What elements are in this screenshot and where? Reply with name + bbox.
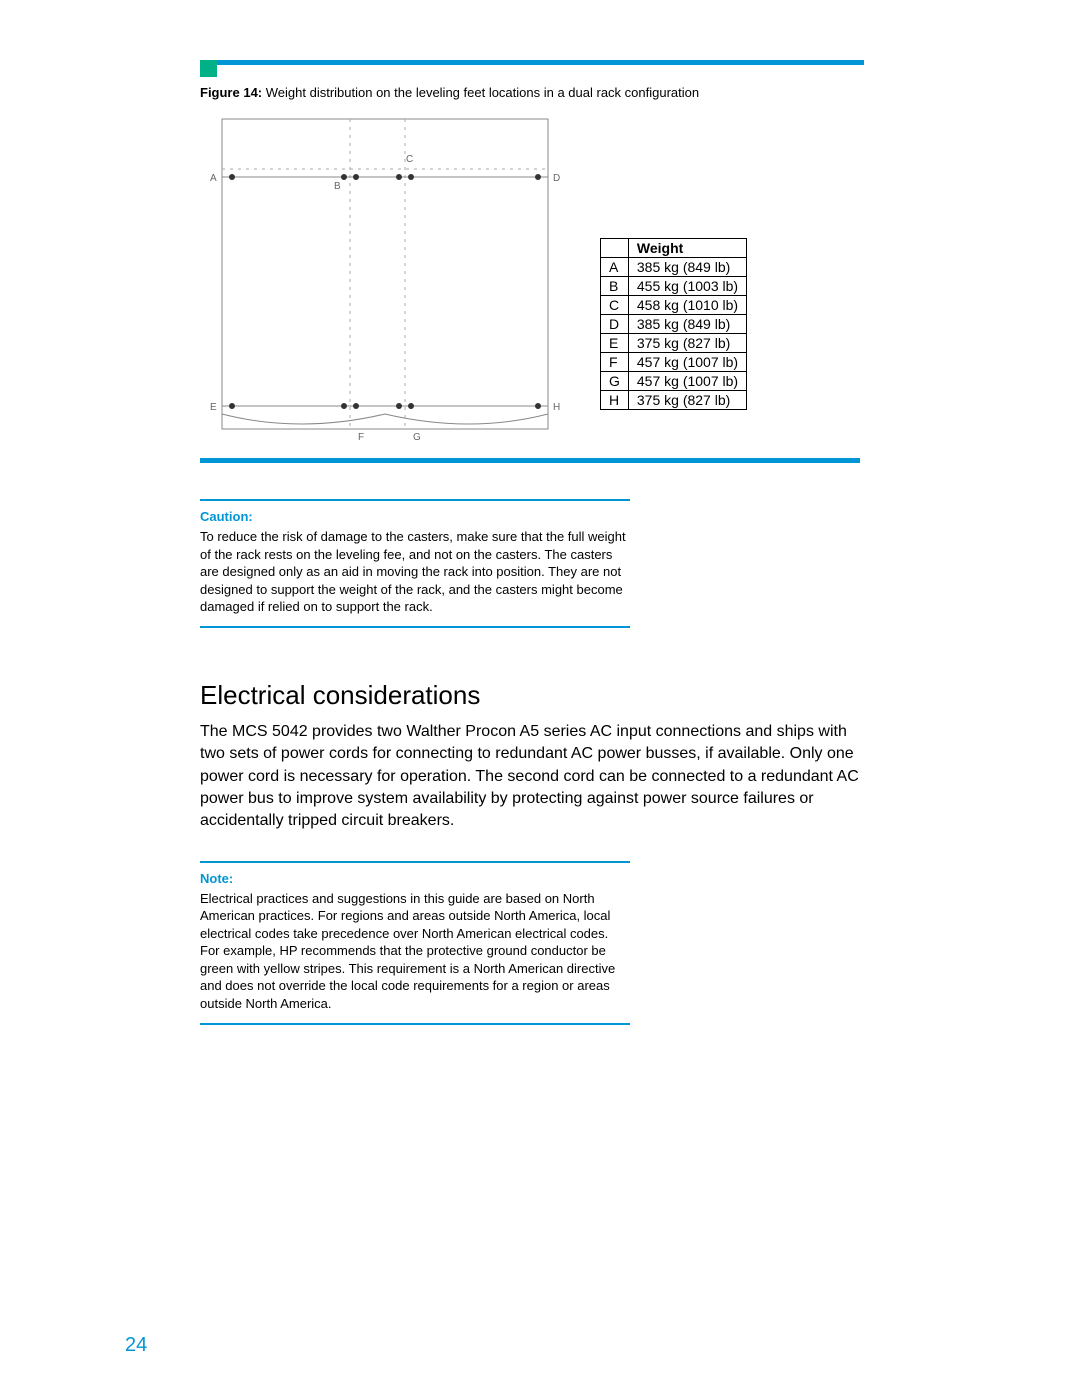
table-row: B455 kg (1003 lb) <box>601 277 747 296</box>
svg-text:B: B <box>334 181 341 192</box>
svg-text:C: C <box>406 154 413 165</box>
note-body: Electrical practices and suggestions in … <box>200 890 630 1013</box>
svg-text:D: D <box>553 173 560 184</box>
caution-body: To reduce the risk of damage to the cast… <box>200 528 630 616</box>
figure-caption-text: Weight distribution on the leveling feet… <box>266 85 699 100</box>
header-rule <box>217 60 864 65</box>
weight-header: Weight <box>628 239 746 258</box>
weight-distribution-diagram: A B C D E F G H <box>200 114 570 444</box>
svg-text:H: H <box>553 402 560 413</box>
svg-text:E: E <box>210 402 217 413</box>
table-row: G457 kg (1007 lb) <box>601 372 747 391</box>
table-row: A385 kg (849 lb) <box>601 258 747 277</box>
table-row: H375 kg (827 lb) <box>601 391 747 410</box>
figure-caption: Figure 14: Weight distribution on the le… <box>200 85 1000 100</box>
note-box: Note: Electrical practices and suggestio… <box>200 861 630 1025</box>
section-heading: Electrical considerations <box>200 680 1000 711</box>
section-rule <box>200 458 860 463</box>
weight-table: Weight A385 kg (849 lb)B455 kg (1003 lb)… <box>600 238 747 410</box>
table-row: F457 kg (1007 lb) <box>601 353 747 372</box>
header-tab <box>200 60 217 77</box>
caution-box: Caution: To reduce the risk of damage to… <box>200 499 630 628</box>
svg-text:G: G <box>413 432 421 443</box>
figure-label: Figure 14: <box>200 85 262 100</box>
page-number: 24 <box>125 1334 147 1357</box>
caution-label: Caution: <box>200 509 630 524</box>
note-label: Note: <box>200 871 630 886</box>
table-row: C458 kg (1010 lb) <box>601 296 747 315</box>
table-row: D385 kg (849 lb) <box>601 315 747 334</box>
svg-text:A: A <box>210 173 217 184</box>
svg-text:F: F <box>358 432 364 443</box>
section-body: The MCS 5042 provides two Walther Procon… <box>200 721 860 833</box>
table-row: E375 kg (827 lb) <box>601 334 747 353</box>
